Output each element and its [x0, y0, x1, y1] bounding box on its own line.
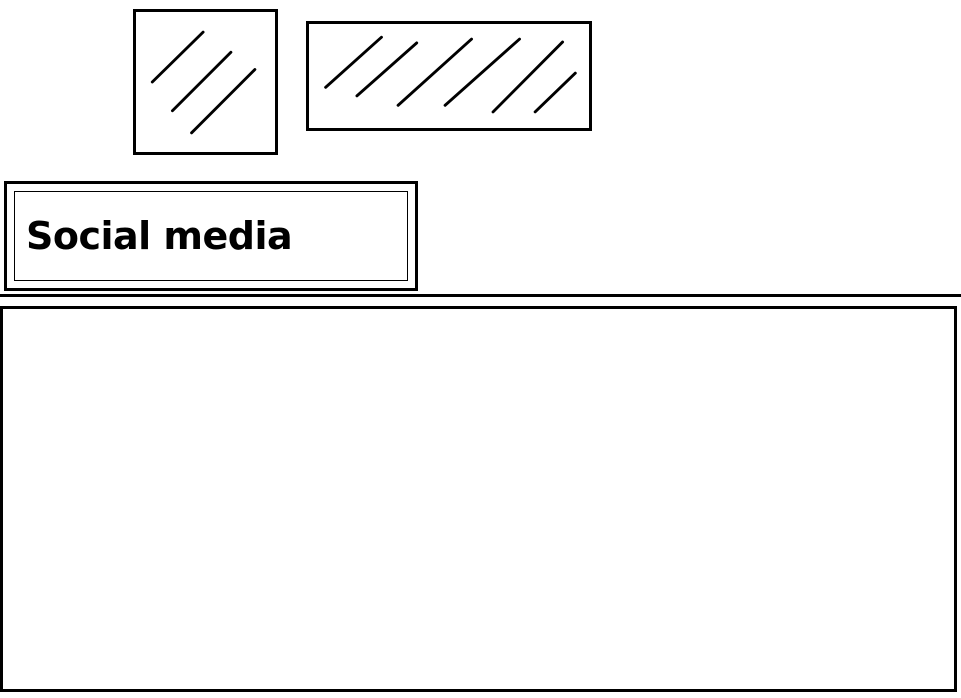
social-media-section: Social media: [4, 181, 418, 291]
image-placeholder-icon: [324, 35, 577, 114]
logo-image-placeholder: [133, 9, 278, 155]
image-placeholder-icon: [150, 30, 257, 135]
social-media-label: Social media: [26, 214, 293, 258]
banner-image-placeholder: [306, 21, 592, 131]
social-media-box: Social media: [14, 191, 408, 281]
horizontal-divider: [0, 294, 961, 297]
main-content-area: [0, 306, 957, 692]
